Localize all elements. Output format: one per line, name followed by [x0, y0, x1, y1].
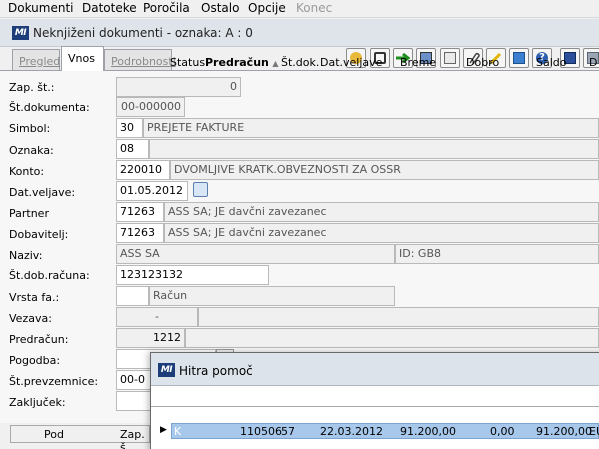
predracun-field[interactable]: 1212 — [116, 328, 185, 348]
tab-vnos[interactable]: Vnos — [61, 46, 104, 71]
menu-konec[interactable]: Konec — [296, 1, 332, 15]
label-predracun: Predračun: — [9, 333, 69, 346]
row-pointer-icon: ▶ — [160, 425, 167, 435]
vrsta-fa-text-field: Račun — [149, 286, 395, 306]
tab-pregled[interactable]: Pregled — [12, 49, 60, 71]
label-vezava: Vezava: — [9, 312, 52, 325]
bottom-col-pod: Pod — [44, 428, 64, 441]
cell-breme: 91.200,00 — [400, 425, 456, 438]
col-predracun[interactable]: Predračun ▲ — [205, 56, 279, 69]
label-naziv: Naziv: — [9, 249, 43, 262]
label-st-prevzemnice: Št.prevzemnice: — [9, 375, 99, 388]
partner-text-field: ASS SA; JE davčni zavezanec — [164, 202, 599, 222]
help-popup-title: Hitra pomoč — [179, 364, 253, 378]
label-st-dokumenta: Št.dokumenta: — [9, 101, 90, 114]
st-dob-racuna-field[interactable]: 123123132 — [116, 265, 269, 285]
cell-dat-veljave: 22.03.2012 — [320, 425, 383, 438]
col-saldo[interactable]: Saldo — [536, 56, 567, 69]
bottom-col-zap: Zap. š — [120, 428, 145, 449]
cell-d: EU — [589, 425, 599, 438]
st-dokumenta-field[interactable]: 00-000000 — [116, 97, 185, 117]
zap-st-field[interactable]: 0 — [116, 77, 241, 97]
label-konto: Konto: — [9, 165, 45, 178]
cell-st-dok: 57 — [281, 425, 295, 438]
col-dobro[interactable]: Dobro — [466, 56, 499, 69]
dobavitelj-text-field: ASS SA; JE davčni zavezanec — [164, 223, 599, 243]
menu-opcije[interactable]: Opcije — [248, 1, 286, 15]
menu-ostalo[interactable]: Ostalo — [201, 1, 239, 15]
help-popup-logo: MI — [158, 363, 175, 377]
col-status[interactable]: Status — [170, 56, 205, 69]
col-d[interactable]: D — [589, 56, 597, 69]
oznaka-text-field — [149, 139, 599, 159]
naziv-field: ASS SA — [116, 244, 395, 264]
calendar-icon[interactable] — [193, 182, 208, 197]
oznaka-field[interactable]: 08 — [116, 139, 149, 159]
label-oznaka: Oznaka: — [9, 144, 54, 157]
table-row[interactable] — [171, 423, 599, 439]
naziv-id-field: ID: GB8 — [395, 244, 599, 264]
label-partner: Partner — [9, 207, 49, 220]
simbol-code-field[interactable]: 30 — [116, 118, 143, 138]
cell-saldo: 91.200,00 — [536, 425, 592, 438]
menu-dokumenti[interactable]: Dokumenti — [8, 1, 73, 15]
cell-status: K — [174, 425, 182, 438]
label-dat-veljave: Dat.veljave: — [9, 186, 76, 199]
help-popup-titlebar[interactable]: MI Hitra pomoč — [151, 353, 599, 386]
window-titlebar: MI Neknjiženi dokumenti - oznaka: A : 0 — [0, 19, 599, 47]
menu-datoteke[interactable]: Datoteke — [82, 1, 137, 15]
konto-code-field[interactable]: 220010 — [116, 160, 170, 180]
cell-predracun: 110506 — [240, 425, 282, 438]
bottom-grid: Pod Zap. š — [0, 423, 150, 449]
window-title: Neknjiženi dokumenti - oznaka: A : 0 — [33, 26, 253, 40]
konto-text-field: DVOMLJIVE KRATK.OBVEZNOSTI ZA OSSR — [170, 160, 599, 180]
label-simbol: Simbol: — [9, 122, 51, 135]
monitor-icon[interactable] — [509, 48, 529, 68]
simbol-text-field: PREJETE FAKTURE — [143, 118, 599, 138]
col-st-dok[interactable]: Št.dok. — [281, 56, 319, 69]
label-zakljucek: Zaključek: — [9, 396, 66, 409]
app-logo: MI — [12, 26, 29, 40]
dat-veljave-field[interactable]: 01.05.2012 — [116, 181, 188, 201]
label-vrsta-fa: Vrsta fa.: — [9, 291, 60, 304]
dobavitelj-code-field[interactable]: 71263 — [116, 223, 164, 243]
vezava-text-field — [198, 307, 599, 327]
predracun-text-field — [185, 328, 599, 348]
col-dat-veljave[interactable]: Dat.veljave — [320, 56, 382, 69]
menubar: Dokumenti Datoteke Poročila Ostalo Opcij… — [0, 0, 599, 18]
vrsta-fa-code-field[interactable] — [116, 286, 149, 306]
label-dobavitelj: Dobavitelj: — [9, 228, 69, 241]
col-breme[interactable]: Breme — [400, 56, 436, 69]
partner-code-field[interactable]: 71263 — [116, 202, 164, 222]
tab-podrobnosti[interactable]: Podrobnosti — [104, 49, 176, 71]
label-pogodba: Pogodba: — [9, 354, 61, 367]
list-icon[interactable] — [440, 48, 460, 68]
label-zap-st: Zap. št.: — [9, 81, 55, 94]
vezava-field[interactable]: - — [116, 307, 198, 327]
cell-dobro: 0,00 — [490, 425, 515, 438]
menu-porocila[interactable]: Poročila — [143, 1, 190, 15]
label-st-dob-racuna: Št.dob.računa: — [9, 269, 90, 282]
